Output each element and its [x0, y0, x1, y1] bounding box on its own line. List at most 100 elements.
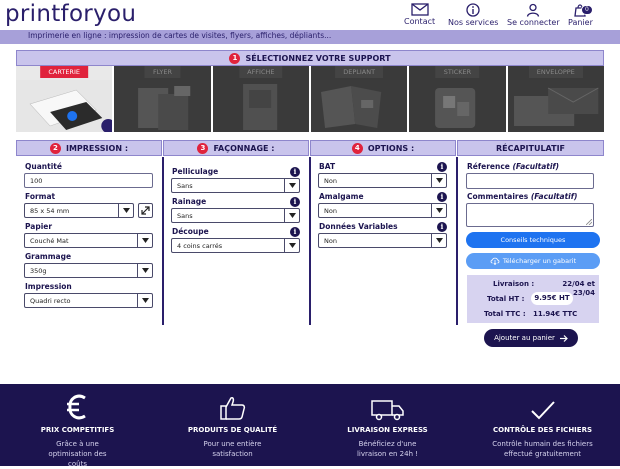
total-ht-value: 9.95€ HT	[531, 292, 573, 305]
donnees-variables-value: Non	[324, 237, 337, 245]
comments-label: Commentaires (Facultatif)	[467, 192, 577, 201]
reference-label-text: Réference	[467, 162, 510, 171]
nav-login[interactable]: Se connecter	[507, 3, 560, 27]
nav-cart-label: Panier	[568, 18, 593, 27]
arrow-right-icon	[559, 334, 568, 342]
column-divider	[309, 157, 311, 325]
chevron-down-icon	[137, 234, 152, 247]
nav-services[interactable]: Nos services	[448, 3, 498, 27]
tagline-bar: Imprimerie en ligne : impression de cart…	[0, 30, 620, 44]
telecharger-gabarit-button[interactable]: Télécharger un gabarit	[466, 253, 600, 269]
total-ttc-label: Total TTC :	[484, 310, 526, 318]
decoupe-select[interactable]: 4 coins carrés	[171, 238, 300, 253]
rainage-value: Sans	[177, 212, 193, 220]
chevron-down-icon	[284, 179, 299, 192]
decoupe-info-icon[interactable]: i	[290, 227, 300, 237]
nav-cart[interactable]: 0 Panier	[568, 3, 593, 27]
pelliculage-value: Sans	[177, 182, 193, 190]
donnees-variables-label: Données Variables	[319, 222, 398, 231]
support-section-header: 1 SÉLECTIONNEZ VOTRE SUPPORT	[16, 50, 604, 66]
options-section-title: OPTIONS :	[367, 143, 415, 153]
recap-section-title: RÉCAPITULATIF	[495, 143, 566, 153]
faconnage-section-title: FAÇONNAGE :	[213, 143, 275, 153]
rainage-select[interactable]: Sans	[171, 208, 300, 223]
pelliculage-label: Pelliculage	[172, 167, 219, 176]
support-carterie[interactable]: CARTERIE	[16, 66, 113, 132]
pelliculage-select[interactable]: Sans	[171, 178, 300, 193]
pelliculage-info-icon[interactable]: i	[290, 167, 300, 177]
affiche-thumbnail	[212, 80, 309, 132]
feature-controle-title: CONTRÔLE DES FICHIERS	[492, 426, 592, 434]
feature-prix-desc: Grâce à une optimisation des coûts	[48, 440, 107, 468]
feature-livraison-desc: Bénéficiez d'une livraison en 24h !	[356, 440, 419, 458]
grammage-select[interactable]: 350g	[24, 263, 153, 278]
format-label: Format	[25, 192, 56, 201]
nav-login-label: Se connecter	[507, 18, 560, 27]
amalgame-info-icon[interactable]: i	[437, 192, 447, 202]
telecharger-gabarit-label: Télécharger un gabarit	[502, 257, 577, 265]
support-enveloppe[interactable]: ENVELOPPE	[507, 66, 604, 132]
chevron-down-icon	[137, 294, 152, 307]
nav-contact-label: Contact	[404, 17, 436, 26]
reference-optional-text: (Facultatif)	[512, 162, 560, 171]
support-depliant[interactable]: DEPLIANT	[310, 66, 408, 132]
nav-services-label: Nos services	[448, 18, 499, 27]
decoupe-label: Découpe	[172, 227, 209, 236]
features-footer: PRIX COMPETITIFS Grâce à une optimisatio…	[0, 384, 620, 469]
support-affiche-label: AFFICHE	[239, 66, 283, 78]
user-icon	[527, 3, 540, 17]
feature-livraison-title: LIVRAISON EXPRESS	[347, 426, 428, 434]
feature-qualite: PRODUITS DE QUALITÉ Pour une entière sat…	[155, 384, 310, 459]
options-section-header: 4 OPTIONS :	[310, 140, 456, 156]
papier-select[interactable]: Couché Mat	[24, 233, 153, 248]
amalgame-select[interactable]: Non	[318, 203, 447, 218]
bat-select[interactable]: Non	[318, 173, 447, 188]
support-sticker[interactable]: STICKER	[409, 66, 506, 132]
comments-label-text: Commentaires	[467, 192, 529, 201]
depliant-thumbnail	[310, 80, 408, 132]
custom-format-button[interactable]	[138, 203, 153, 218]
amalgame-label: Amalgame	[319, 192, 364, 201]
step-number: 2	[49, 142, 61, 154]
chevron-down-icon	[137, 264, 152, 277]
support-flyer[interactable]: FLYER	[114, 66, 211, 132]
format-select[interactable]: 85 x 54 mm	[24, 203, 134, 218]
decoupe-value: 4 coins carrés	[177, 242, 223, 250]
comments-textarea[interactable]	[466, 203, 594, 227]
reference-input[interactable]	[466, 173, 594, 189]
site-header: printforyou Contact Nos services Se conn…	[0, 0, 620, 30]
nav-contact[interactable]: Contact	[404, 3, 435, 26]
euro-icon	[0, 389, 155, 421]
comments-optional-text: (Facultatif)	[530, 192, 578, 201]
impression-type-select[interactable]: Quadri recto	[24, 293, 153, 308]
step-number: 3	[197, 142, 209, 154]
rainage-label: Rainage	[172, 197, 207, 206]
flyer-thumbnail	[114, 80, 211, 132]
donnees-variables-select[interactable]: Non	[318, 233, 447, 248]
price-summary: Livraison : 22/04 et 23/04 Total HT : 9.…	[467, 275, 599, 323]
site-logo[interactable]: printforyou	[5, 1, 136, 27]
impression-type-label: Impression	[25, 282, 72, 291]
impression-type-value: Quadri recto	[30, 297, 71, 305]
support-depliant-label: DEPLIANT	[335, 66, 384, 78]
feature-prix: PRIX COMPETITIFS Grâce à une optimisatio…	[0, 384, 155, 469]
step-number: 1	[229, 52, 241, 64]
bat-info-icon[interactable]: i	[437, 162, 447, 172]
support-affiche[interactable]: AFFICHE	[212, 66, 309, 132]
bat-label: BAT	[319, 162, 336, 171]
conseils-techniques-button[interactable]: Conseils techniques	[466, 232, 600, 248]
feature-controle-desc: Contrôle humain des fichiers effectué gr…	[492, 440, 593, 458]
rainage-info-icon[interactable]: i	[290, 197, 300, 207]
support-flyer-label: FLYER	[144, 66, 181, 78]
feature-livraison: LIVRAISON EXPRESS Bénéficiez d'une livra…	[310, 384, 465, 459]
quantite-input[interactable]: 100	[24, 173, 153, 188]
chevron-down-icon	[284, 209, 299, 222]
recap-section-header: RÉCAPITULATIF	[457, 140, 604, 156]
resize-handle-icon	[586, 219, 592, 225]
support-section-title: SÉLECTIONNEZ VOTRE SUPPORT	[245, 53, 391, 63]
add-to-cart-button[interactable]: Ajouter au panier	[484, 329, 578, 347]
support-carterie-label: CARTERIE	[40, 66, 88, 78]
donnees-variables-info-icon[interactable]: i	[437, 222, 447, 232]
feature-qualite-desc: Pour une entière satisfaction	[203, 440, 262, 458]
support-sticker-label: STICKER	[435, 66, 480, 78]
